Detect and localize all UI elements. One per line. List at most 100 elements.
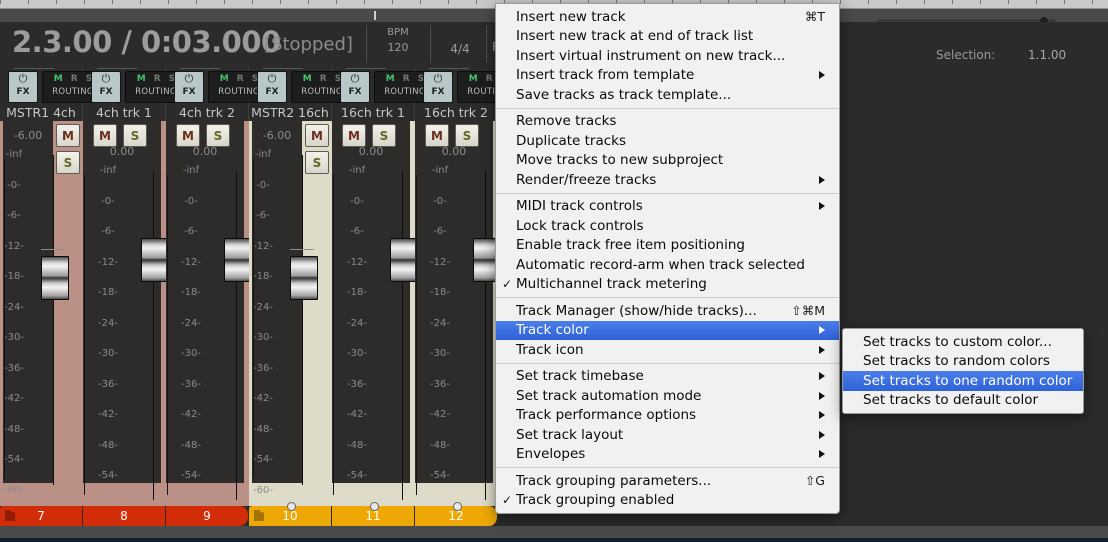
mute-indicator[interactable]: M: [220, 72, 229, 86]
power-icon[interactable]: ⏻: [434, 72, 443, 86]
menu-item[interactable]: Set tracks to default color: [843, 391, 1083, 411]
menu-item[interactable]: ✓ Multichannel track metering: [496, 275, 839, 295]
time-display[interactable]: 2.3.00 / 0:03.000: [12, 25, 281, 59]
menu-item[interactable]: MIDI track controls: [496, 197, 839, 217]
track-name[interactable]: 4ch trk 1: [83, 105, 165, 120]
menu-item[interactable]: Set track timebase: [496, 367, 839, 387]
fx-button[interactable]: ⏻ FX: [257, 71, 287, 103]
track-name[interactable]: 16ch trk 1: [332, 105, 414, 120]
record-indicator[interactable]: R: [154, 72, 161, 86]
track-name[interactable]: MSTR1 4ch: [0, 105, 82, 120]
mute-indicator[interactable]: M: [137, 72, 146, 86]
mute-button[interactable]: M: [93, 124, 117, 147]
menu-item[interactable]: Render/freeze tracks: [496, 170, 839, 190]
menu-item[interactable]: Automatic record-arm when track selected: [496, 255, 839, 275]
menu-item[interactable]: Envelopes: [496, 445, 839, 465]
menu-item[interactable]: Set tracks to random colors: [843, 352, 1083, 372]
bpm-value[interactable]: 120: [372, 40, 424, 56]
fader-track[interactable]: [302, 155, 303, 485]
track-header[interactable]: ⏻ FX M R S ROUTING MSTR1 4ch: [0, 66, 104, 121]
solo-button[interactable]: S: [455, 124, 479, 147]
volume-readout[interactable]: 0.00: [332, 145, 410, 158]
mute-indicator[interactable]: M: [386, 72, 395, 86]
menu-item[interactable]: Insert virtual instrument on new track..…: [496, 46, 839, 66]
volume-readout[interactable]: -6.00: [3, 129, 53, 142]
selection-value[interactable]: 1.1.00: [1028, 48, 1066, 62]
mixer-strip[interactable]: M S 0.00 -inf -0- -6- -12- -18- -24- -30- -36- -42-…: [166, 121, 252, 512]
track-header[interactable]: ⏻FXMRSROUTING16ch trk 2: [415, 66, 519, 121]
pan-knob[interactable]: [452, 502, 462, 511]
fader-track[interactable]: [53, 155, 54, 485]
menu-item[interactable]: Save tracks as track template...: [496, 85, 839, 105]
volume-fader[interactable]: [290, 256, 318, 300]
menu-item[interactable]: Track grouping parameters... ⇧G: [496, 471, 839, 491]
fx-button[interactable]: ⏻ FX: [8, 71, 38, 103]
menu-item[interactable]: Set track automation mode: [496, 386, 839, 406]
volume-readout[interactable]: 0.00: [166, 145, 244, 158]
power-icon[interactable]: ⏻: [185, 72, 194, 86]
track-name[interactable]: MSTR2 16ch: [249, 105, 331, 120]
fader-track[interactable]: [485, 171, 486, 501]
solo-button[interactable]: S: [123, 124, 147, 147]
fx-button[interactable]: ⏻ FX: [340, 71, 370, 103]
mixer-strip[interactable]: M S 0.00 -inf -0- -6- -12- -18- -24- -30- -36- -42-…: [415, 121, 501, 512]
mute-button[interactable]: M: [342, 124, 366, 147]
power-icon[interactable]: ⏻: [268, 72, 277, 86]
fx-button[interactable]: ⏻ FX: [91, 71, 121, 103]
volume-readout[interactable]: 0.00: [415, 145, 493, 158]
record-indicator[interactable]: R: [71, 72, 78, 86]
menu-item[interactable]: Set tracks to one random color: [843, 371, 1083, 391]
menu-item[interactable]: Set track layout: [496, 425, 839, 445]
menu-item[interactable]: Track color: [496, 320, 839, 340]
power-icon[interactable]: ⏻: [102, 72, 111, 86]
track-name[interactable]: 4ch trk 2: [166, 105, 248, 120]
record-indicator[interactable]: R: [320, 72, 327, 86]
fader-track[interactable]: [153, 171, 154, 501]
menu-item[interactable]: Track performance options: [496, 406, 839, 426]
time-signature[interactable]: 4/4: [438, 42, 482, 56]
menu-item[interactable]: ✓ Track grouping enabled: [496, 491, 839, 511]
mute-indicator[interactable]: M: [54, 72, 63, 86]
volume-fader[interactable]: [41, 256, 69, 300]
volume-readout[interactable]: 0.00: [83, 145, 161, 158]
track-header[interactable]: ⏻ FX M R S ROUTING 4ch trk 2: [166, 66, 270, 121]
mute-button[interactable]: M: [176, 124, 200, 147]
record-indicator[interactable]: R: [403, 72, 410, 86]
track-number-cell[interactable]: 7: [0, 506, 83, 526]
record-indicator[interactable]: R: [237, 72, 244, 86]
record-indicator[interactable]: R: [486, 72, 493, 86]
menu-item[interactable]: Lock track controls: [496, 216, 839, 236]
menu-item[interactable]: Enable track free item positioning: [496, 236, 839, 256]
solo-button[interactable]: S: [206, 124, 230, 147]
track-header[interactable]: ⏻ FX M R S ROUTING MSTR2 16ch: [249, 66, 353, 121]
mute-button[interactable]: M: [425, 124, 449, 147]
menu-item[interactable]: Track icon: [496, 340, 839, 360]
bpm-control[interactable]: BPM 120: [372, 26, 424, 62]
menu-item[interactable]: Insert new track ⌘T: [496, 7, 839, 27]
menu-item[interactable]: Remove tracks: [496, 112, 839, 132]
track-number-cell[interactable]: 8: [83, 506, 166, 526]
mute-button[interactable]: M: [305, 124, 329, 147]
mute-indicator[interactable]: M: [303, 72, 312, 86]
track-header[interactable]: ⏻ FX M R S ROUTING 16ch trk 1: [332, 66, 436, 121]
menu-item[interactable]: Insert new track at end of track list: [496, 27, 839, 47]
pan-knob[interactable]: [369, 502, 379, 511]
power-icon[interactable]: ⏻: [19, 72, 28, 86]
fx-button[interactable]: ⏻ FX: [174, 71, 204, 103]
menu-item[interactable]: Set tracks to custom color...: [843, 332, 1083, 352]
power-icon[interactable]: ⏻: [351, 72, 360, 86]
menu-item[interactable]: Track Manager (show/hide tracks)... ⇧⌘M: [496, 301, 839, 321]
menu-item[interactable]: Move tracks to new subproject: [496, 151, 839, 171]
mute-button[interactable]: M: [56, 124, 80, 147]
menu-item[interactable]: Duplicate tracks: [496, 131, 839, 151]
fader-track[interactable]: [402, 171, 403, 501]
fx-button[interactable]: ⏻ FX: [423, 71, 453, 103]
track-number-cell[interactable]: 9: [166, 506, 249, 526]
track-context-menu[interactable]: Insert new track ⌘T Insert new track at en…: [495, 3, 840, 514]
fader-track[interactable]: [236, 171, 237, 501]
track-name[interactable]: 16ch trk 2: [415, 105, 497, 120]
track-header[interactable]: ⏻ FX M R S ROUTING 4ch trk 1: [83, 66, 187, 121]
volume-readout[interactable]: -6.00: [252, 129, 302, 142]
track-color-submenu[interactable]: Set tracks to custom color... Set tracks …: [842, 328, 1084, 414]
mute-indicator[interactable]: M: [469, 72, 478, 86]
